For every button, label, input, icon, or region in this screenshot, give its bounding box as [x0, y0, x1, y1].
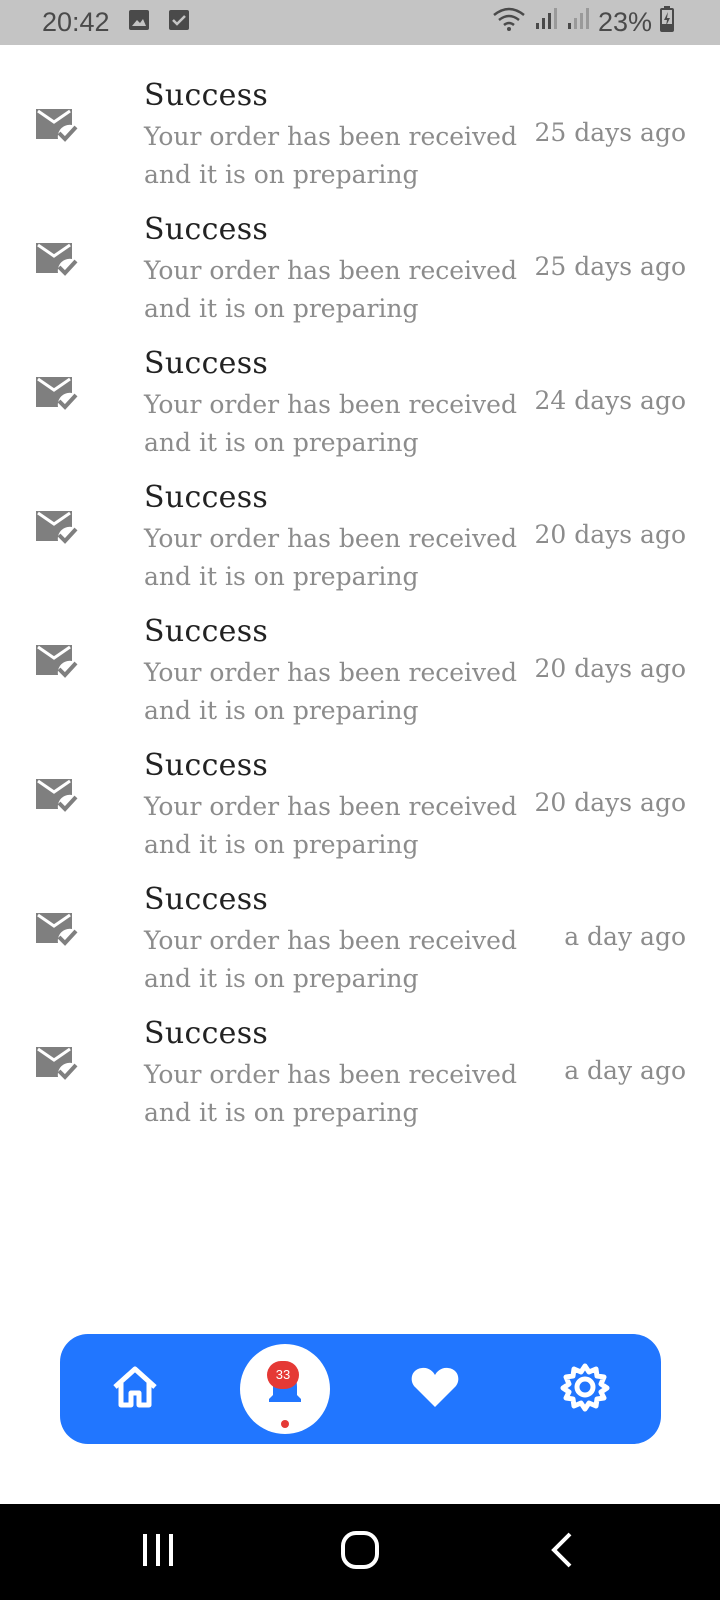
- mail-check-icon: [34, 507, 78, 547]
- back-button[interactable]: [502, 1504, 622, 1600]
- notification-title: Success: [144, 480, 269, 515]
- notification-body: Your order has been received and it is o…: [144, 390, 517, 457]
- notification-body: Your order has been received and it is o…: [144, 122, 517, 189]
- notification-body: Your order has been received and it is o…: [144, 1060, 517, 1127]
- notification-item[interactable]: Success Your order has been received and…: [0, 1016, 720, 1150]
- mail-check-icon: [34, 641, 78, 681]
- nav-home-button[interactable]: [80, 1334, 190, 1444]
- mail-check-icon: [34, 239, 78, 279]
- notification-item[interactable]: Success Your order has been received and…: [0, 480, 720, 614]
- notification-title: Success: [144, 614, 269, 649]
- home-icon: [109, 1363, 161, 1416]
- notification-item[interactable]: Success Your order has been received and…: [0, 614, 720, 748]
- notification-title: Success: [144, 882, 269, 917]
- recent-apps-button[interactable]: [98, 1504, 218, 1600]
- gear-icon: [560, 1362, 610, 1417]
- notification-body: Your order has been received and it is o…: [144, 256, 517, 323]
- notification-title: Success: [144, 78, 269, 113]
- wifi-icon: [492, 6, 526, 39]
- heart-icon: [409, 1363, 461, 1416]
- nav-settings-button[interactable]: [530, 1334, 640, 1444]
- notification-item[interactable]: Success Your order has been received and…: [0, 882, 720, 1016]
- checkbox-icon: [168, 7, 190, 38]
- status-bar: 20:42 23%: [0, 0, 720, 45]
- active-dot: [281, 1420, 289, 1428]
- system-home-button[interactable]: [300, 1504, 420, 1600]
- notification-body: Your order has been received and it is o…: [144, 658, 517, 725]
- mail-check-icon: [34, 105, 78, 145]
- notification-time: 24 days ago: [534, 386, 686, 415]
- notification-time: 25 days ago: [534, 252, 686, 281]
- notification-title: Success: [144, 346, 269, 381]
- notification-title: Success: [144, 1016, 269, 1051]
- bottom-nav: 33: [60, 1334, 661, 1444]
- notification-time: a day ago: [564, 1056, 686, 1085]
- notification-time: 20 days ago: [534, 520, 686, 549]
- notification-item[interactable]: Success Your order has been received and…: [0, 346, 720, 480]
- nav-favorites-button[interactable]: [380, 1334, 490, 1444]
- notification-time: 20 days ago: [534, 788, 686, 817]
- mail-check-icon: [34, 373, 78, 413]
- notification-body: Your order has been received and it is o…: [144, 524, 517, 591]
- mail-check-icon: [34, 1043, 78, 1083]
- battery-text: 23%: [597, 7, 652, 37]
- notification-time: 25 days ago: [534, 118, 686, 147]
- notification-body: Your order has been received and it is o…: [144, 926, 517, 993]
- back-icon: [550, 1532, 574, 1573]
- home-circle-icon: [340, 1530, 380, 1575]
- notification-item[interactable]: Success Your order has been received and…: [0, 212, 720, 346]
- active-nav-indicator: 33: [240, 1344, 330, 1434]
- notification-time: 20 days ago: [534, 654, 686, 683]
- nav-notifications-button[interactable]: 33: [230, 1334, 340, 1444]
- notification-title: Success: [144, 748, 269, 783]
- recent-apps-icon: [140, 1533, 176, 1572]
- signal-icon: [534, 7, 558, 38]
- notification-list: Success Your order has been received and…: [0, 78, 720, 1150]
- signal-icon: [566, 7, 590, 38]
- battery-icon: [660, 6, 674, 39]
- status-time: 20:42: [42, 7, 110, 37]
- notification-time: a day ago: [564, 922, 686, 951]
- image-icon: [128, 7, 150, 38]
- mail-check-icon: [34, 775, 78, 815]
- notification-badge: 33: [267, 1361, 299, 1389]
- notification-body: Your order has been received and it is o…: [144, 792, 517, 859]
- mail-check-icon: [34, 909, 78, 949]
- system-nav-bar: [0, 1504, 720, 1600]
- notification-item[interactable]: Success Your order has been received and…: [0, 78, 720, 212]
- status-right: 23%: [492, 6, 674, 39]
- notification-title: Success: [144, 212, 269, 247]
- notification-item[interactable]: Success Your order has been received and…: [0, 748, 720, 882]
